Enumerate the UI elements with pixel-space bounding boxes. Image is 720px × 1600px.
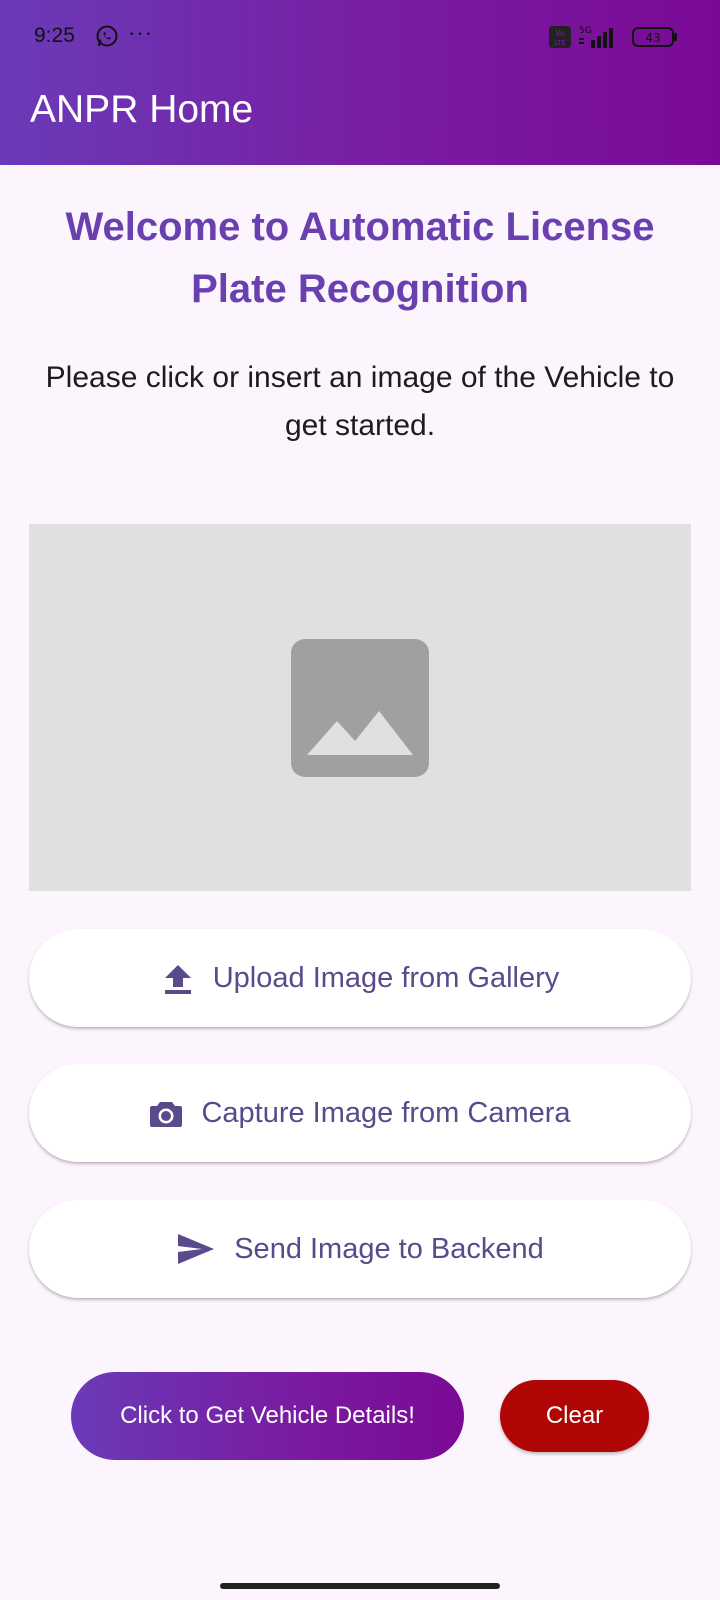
capture-camera-label: Capture Image from Camera — [201, 1096, 571, 1129]
get-vehicle-details-button[interactable]: Click to Get Vehicle Details! — [71, 1372, 464, 1460]
upload-gallery-button[interactable]: Upload Image from Gallery — [29, 929, 691, 1027]
clear-button[interactable]: Clear — [500, 1380, 649, 1452]
whatsapp-icon — [96, 25, 118, 47]
anpr-home-screen: 9:25 ··· Vo LTE 5G 43 ANPR Home Welcome … — [0, 0, 720, 1600]
network-type: 5G — [579, 26, 592, 36]
camera-icon — [150, 1102, 183, 1127]
signal-icon: 5G — [579, 26, 613, 48]
app-bar: 9:25 ··· Vo LTE 5G 43 ANPR Home — [0, 0, 720, 165]
send-icon — [178, 1234, 215, 1264]
get-vehicle-details-label: Click to Get Vehicle Details! — [120, 1402, 415, 1429]
svg-text:Vo: Vo — [555, 29, 565, 38]
send-backend-label: Send Image to Backend — [234, 1232, 544, 1265]
app-title: ANPR Home — [30, 88, 254, 131]
capture-camera-button[interactable]: Capture Image from Camera — [29, 1064, 691, 1162]
svg-text:LTE: LTE — [554, 39, 566, 47]
overflow-dots-icon: ··· — [128, 20, 153, 45]
instructions-text: Please click or insert an image of the V… — [45, 361, 675, 442]
home-indicator[interactable] — [220, 1583, 500, 1589]
upload-icon — [164, 965, 191, 994]
battery-level: 43 — [645, 31, 660, 45]
volte-icon: Vo LTE — [549, 26, 571, 48]
welcome-heading: Welcome to Automatic License Plate Recog… — [65, 205, 655, 311]
image-icon — [291, 639, 429, 777]
status-bar: 9:25 ··· Vo LTE 5G 43 — [0, 0, 720, 72]
clear-label: Clear — [545, 1402, 604, 1429]
image-preview[interactable] — [29, 524, 691, 891]
upload-gallery-label: Upload Image from Gallery — [212, 961, 560, 994]
battery-icon: 43 — [632, 27, 677, 47]
status-time: 9:25 — [34, 24, 75, 47]
send-backend-button[interactable]: Send Image to Backend — [29, 1200, 691, 1298]
